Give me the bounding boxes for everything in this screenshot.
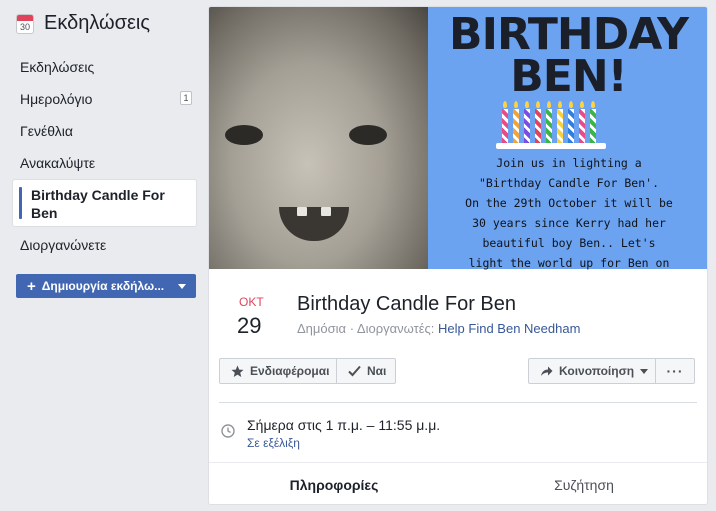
- create-event-button[interactable]: + Δημιουργία εκδήλω...: [16, 274, 196, 298]
- poster-headline-name: BEN!: [510, 51, 627, 102]
- sidebar-item-discover[interactable]: Ανακαλύψτε: [20, 155, 95, 171]
- interested-button[interactable]: Ενδιαφέρομαι: [219, 358, 337, 384]
- going-label: Ναι: [367, 364, 387, 378]
- event-tabs: Πληροφορίες Συζήτηση: [209, 462, 707, 505]
- poster-text: Join us in lighting a "Birthday Candle F…: [465, 156, 673, 270]
- event-meta: Δημόσια · Διοργανωτές: Help Find Ben Nee…: [297, 321, 581, 336]
- organizers-label: Διοργανωτές:: [356, 321, 435, 336]
- child-photo: [209, 7, 428, 269]
- event-title: Birthday Candle For Ben: [297, 293, 517, 315]
- sidebar-item-label: Γενέθλια: [20, 123, 73, 139]
- checkmark-icon: [348, 365, 361, 377]
- sidebar-item-current-event[interactable]: Birthday Candle For Ben: [12, 179, 197, 227]
- calendar-count-badge: 1: [180, 91, 192, 105]
- sidebar-item-label: Ανακαλύψτε: [20, 155, 96, 171]
- sidebar-item-label: Ημερολόγιο: [20, 91, 93, 107]
- more-icon: ···: [666, 363, 684, 379]
- more-options-button[interactable]: ···: [655, 358, 695, 384]
- tab-label: Συζήτηση: [554, 477, 614, 493]
- going-button[interactable]: Ναι: [336, 358, 396, 384]
- sidebar-item-calendar[interactable]: Ημερολόγιο: [20, 91, 92, 107]
- sidebar-header: 30 Εκδηλώσεις: [16, 12, 150, 35]
- share-button[interactable]: Κοινοποίηση: [528, 358, 656, 384]
- plus-icon: +: [27, 277, 36, 295]
- event-status: Σε εξέλιξη: [247, 436, 300, 450]
- event-time: Σήμερα στις 1 π.μ. – 11:55 μ.μ.: [247, 417, 441, 433]
- sidebar-item-hosting[interactable]: Διοργανώνετε: [20, 237, 106, 253]
- star-icon: [231, 365, 244, 377]
- sidebar-item-birthdays[interactable]: Γενέθλια: [20, 123, 73, 139]
- birthday-poster: BIRTHDAY BEN! Join us in lighting a "Bir…: [428, 7, 707, 270]
- calendar-icon: 30: [16, 13, 34, 34]
- active-indicator: [19, 187, 22, 219]
- sidebar-item-label: Εκδηλώσεις: [20, 59, 95, 75]
- sidebar: 30 Εκδηλώσεις Εκδηλώσεις Ημερολόγιο 1 Γε…: [0, 0, 206, 511]
- divider: [219, 402, 697, 403]
- clock-icon: [221, 424, 235, 438]
- create-event-label: Δημιουργία εκδήλω...: [41, 279, 165, 293]
- event-day: 29: [237, 313, 262, 338]
- tab-label: Πληροφορίες: [289, 477, 379, 493]
- sidebar-title: Εκδηλώσεις: [44, 12, 151, 34]
- sidebar-item-label: Birthday Candle For Ben: [31, 187, 165, 221]
- tab-about[interactable]: Πληροφορίες: [209, 463, 459, 505]
- chevron-down-icon: [178, 284, 186, 289]
- event-month: ΟΚΤ: [239, 295, 264, 309]
- share-arrow-icon: [541, 366, 553, 376]
- sidebar-item-events[interactable]: Εκδηλώσεις: [20, 59, 94, 75]
- cake-base: [496, 143, 606, 149]
- candles-icon: [500, 99, 602, 143]
- share-label: Κοινοποίηση: [559, 364, 635, 378]
- event-privacy: Δημόσια: [297, 321, 347, 336]
- sidebar-item-label: Διοργανώνετε: [20, 237, 107, 253]
- chevron-down-icon: [640, 368, 649, 374]
- tab-discussion[interactable]: Συζήτηση: [459, 463, 707, 504]
- interested-label: Ενδιαφέρομαι: [250, 364, 330, 378]
- cover-photo[interactable]: BIRTHDAY BEN! Join us in lighting a "Bir…: [209, 7, 707, 270]
- active-tab-underline: [217, 504, 451, 505]
- organizer-link[interactable]: Help Find Ben Needham: [438, 321, 580, 336]
- event-card: BIRTHDAY BEN! Join us in lighting a "Bir…: [208, 6, 708, 505]
